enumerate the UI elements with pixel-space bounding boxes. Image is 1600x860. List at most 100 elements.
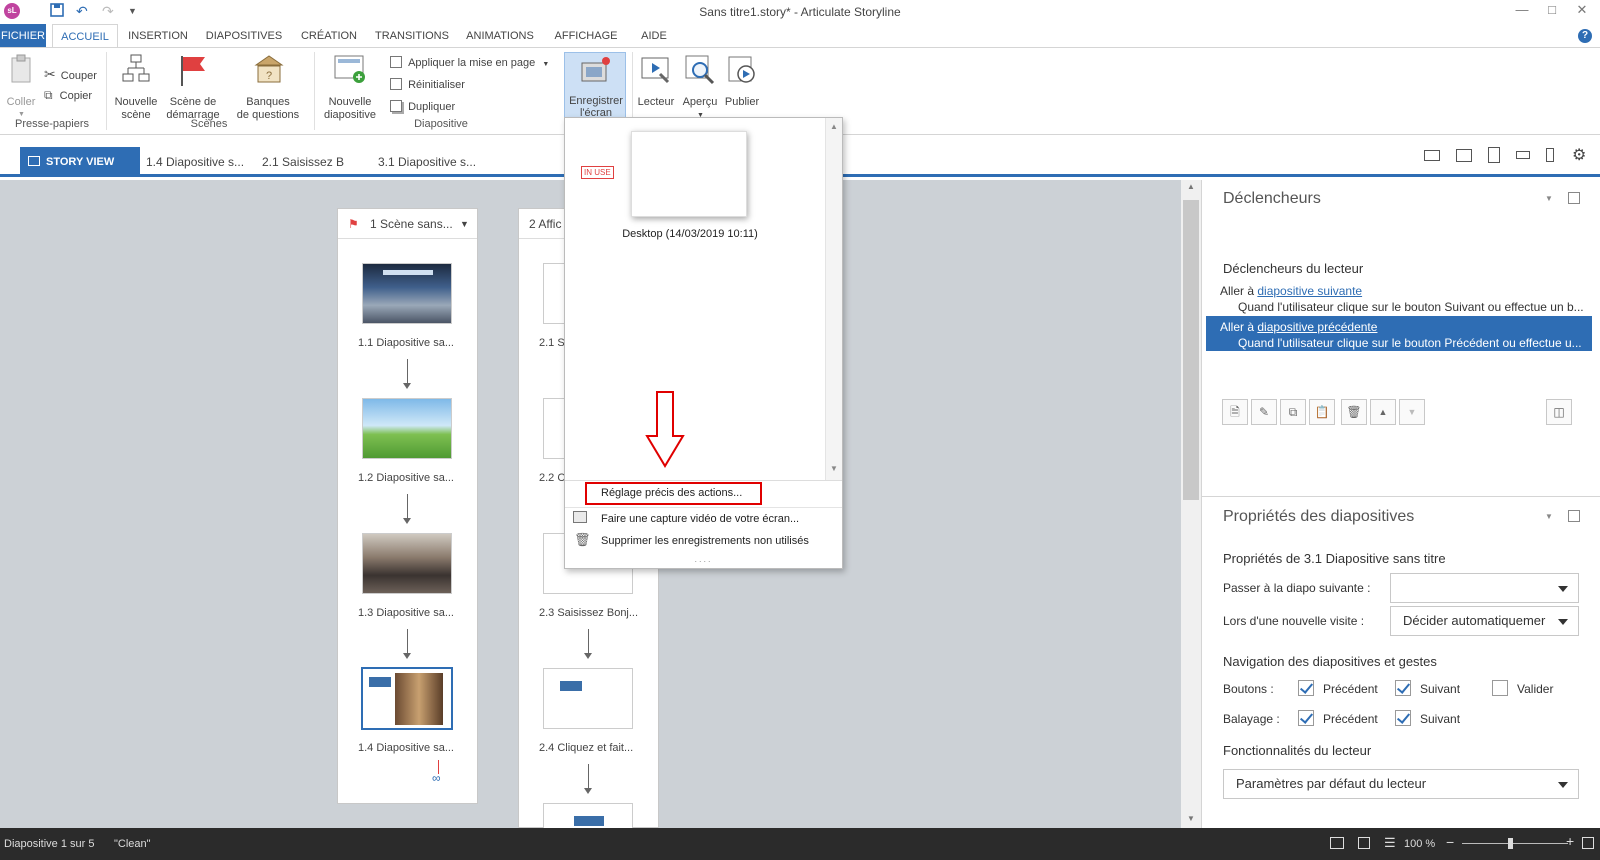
duplicate-button[interactable]: Dupliquer — [390, 100, 455, 113]
menu-item-delete-unused[interactable]: 🗑 Supprimer les enregistrements non util… — [565, 530, 842, 552]
properties-restore-icon[interactable] — [1568, 510, 1580, 522]
trigger-link-next[interactable]: diapositive suivante — [1257, 284, 1362, 298]
status-bar: Diapositive 1 sur 5 "Clean" ☰ 100 % − + — [0, 828, 1600, 860]
recording-thumbnail[interactable] — [631, 131, 747, 217]
slide-thumb-1-2[interactable] — [362, 398, 452, 459]
scroll-thumb[interactable] — [1183, 200, 1199, 500]
triggers-mode-icon[interactable]: ☰ — [1384, 835, 1396, 851]
reset-button[interactable]: Réinitialiser — [390, 78, 465, 91]
trigger-item-next[interactable]: Aller à diapositive suivante Quand l'uti… — [1206, 280, 1592, 314]
slide-thumb-1-1[interactable] — [362, 263, 452, 324]
slide-thumb-2-4[interactable] — [543, 668, 633, 729]
edit-trigger-icon[interactable]: ✎ — [1251, 399, 1277, 425]
copy-button[interactable]: ⧉ Copier — [44, 88, 92, 103]
trigger-item-prev-selected[interactable]: Aller à diapositive précédente Quand l'u… — [1206, 316, 1592, 351]
trash-icon: 🗑 — [574, 532, 591, 547]
phone-landscape-icon[interactable] — [1516, 151, 1530, 159]
trigger-link-prev[interactable]: diapositive précédente — [1257, 320, 1377, 334]
triggers-restore-icon[interactable] — [1568, 192, 1580, 204]
gear-icon[interactable]: ⚙ — [1572, 145, 1586, 165]
slide-label-2-4: 2.4 Cliquez et fait... — [539, 742, 634, 754]
tablet-landscape-icon[interactable] — [1456, 149, 1472, 162]
desktop-view-icon[interactable] — [1424, 150, 1440, 161]
scene-tree-icon — [122, 54, 150, 82]
link-icon[interactable]: ∞ — [432, 771, 441, 785]
revisit-chevron-icon — [1558, 619, 1568, 625]
scene-1-header[interactable]: ⚑ 1 Scène sans... ▼ — [338, 209, 477, 239]
scene-1[interactable]: ⚑ 1 Scène sans... ▼ 1.1 Diapositive sa..… — [337, 208, 478, 804]
dropdown-scrollbar[interactable]: ▲ ▼ — [825, 118, 842, 480]
zoom-out-icon[interactable]: − — [1446, 834, 1454, 850]
slide-view-mode-icon[interactable] — [1358, 837, 1370, 849]
buttons-submit-checkbox[interactable] — [1492, 680, 1508, 696]
player-features-select[interactable]: Paramètres par défaut du lecteur — [1223, 769, 1579, 799]
cut-button[interactable]: ✂ Couper — [44, 66, 97, 83]
navigation-heading: Navigation des diapositives et gestes — [1223, 654, 1437, 669]
scroll-down-icon[interactable]: ▼ — [1187, 814, 1195, 823]
menu-item-fine-tune[interactable]: Réglage précis des actions... — [565, 482, 842, 505]
tab-slide-1-4[interactable]: 1.4 Diapositive s... — [146, 147, 244, 177]
menu-item-capture-video[interactable]: Faire une capture vidéo de votre écran..… — [565, 508, 842, 530]
swipe-prev-checkbox[interactable] — [1298, 710, 1314, 726]
move-down-icon[interactable]: ▼ — [1399, 399, 1425, 425]
delete-trigger-icon[interactable]: 🗑 — [1341, 399, 1367, 425]
scene-menu-chevron-icon[interactable]: ▼ — [460, 209, 469, 239]
copy-trigger-icon[interactable]: ⧉ — [1280, 399, 1306, 425]
duplicate-icon — [390, 100, 402, 112]
move-up-icon[interactable]: ▲ — [1370, 399, 1396, 425]
paste-trigger-icon[interactable]: 📋 — [1309, 399, 1335, 425]
advance-select[interactable] — [1390, 573, 1579, 603]
svg-text:?: ? — [266, 70, 272, 82]
tab-transitions[interactable]: TRANSITIONS — [372, 24, 452, 48]
copy-label: Copier — [59, 90, 93, 102]
dropdown-scroll-up-icon[interactable]: ▲ — [830, 122, 838, 131]
maximize-icon[interactable]: □ — [1540, 2, 1564, 17]
story-view-mode-icon[interactable] — [1330, 837, 1344, 849]
buttons-prev-checkbox[interactable] — [1298, 680, 1314, 696]
canvas-scrollbar[interactable]: ▲ ▼ — [1181, 180, 1201, 828]
apply-layout-button[interactable]: Appliquer la mise en page ▼ — [390, 56, 549, 69]
buttons-next-checkbox[interactable] — [1395, 680, 1411, 696]
help-icon[interactable]: ? — [1578, 29, 1592, 43]
tab-slide-2-1[interactable]: 2.1 Saisissez B — [262, 147, 344, 177]
record-screen-button[interactable]: Enregistrer l'écran — [564, 52, 626, 119]
slide-thumb-1-4[interactable] — [362, 668, 452, 729]
triggers-title: Déclencheurs — [1223, 190, 1321, 207]
slide-label-2-3: 2.3 Saisissez Bonj... — [539, 607, 639, 619]
tab-fichier[interactable]: FICHIER — [0, 24, 46, 48]
close-icon[interactable]: ✕ — [1570, 2, 1594, 18]
tab-story-view[interactable]: STORY VIEW — [20, 147, 140, 177]
copy-icon: ⧉ — [44, 88, 53, 102]
fit-window-icon[interactable] — [1582, 837, 1594, 849]
phone-portrait-icon[interactable] — [1546, 148, 1554, 162]
new-trigger-icon[interactable]: 🗎 — [1222, 399, 1248, 425]
triggers-collapse-icon[interactable]: ▼ — [1545, 194, 1553, 203]
record-screen-icon — [581, 57, 610, 82]
variables-icon[interactable]: ◫ — [1546, 399, 1572, 425]
tab-insertion[interactable]: INSERTION — [124, 24, 192, 48]
zoom-slider[interactable] — [1462, 843, 1568, 844]
bank-icon: ? — [254, 55, 284, 83]
slide-label-1-2: 1.2 Diapositive sa... — [358, 472, 454, 484]
dropdown-scroll-down-icon[interactable]: ▼ — [830, 464, 838, 473]
slide-thumb-1-3[interactable] — [362, 533, 452, 594]
story-view-icon — [28, 156, 40, 166]
tab-accueil[interactable]: ACCUEIL — [52, 24, 118, 48]
resize-grip[interactable]: .... — [565, 554, 842, 564]
tab-creation[interactable]: CRÉATION — [294, 24, 364, 48]
swipe-next-checkbox[interactable] — [1395, 710, 1411, 726]
tab-diapositives[interactable]: DIAPOSITIVES — [202, 24, 286, 48]
tab-animations[interactable]: ANIMATIONS — [460, 24, 540, 48]
tablet-portrait-icon[interactable] — [1488, 147, 1500, 163]
zoom-slider-thumb[interactable] — [1508, 838, 1513, 849]
properties-title: Propriétés des diapositives — [1223, 508, 1415, 525]
tab-aide[interactable]: AIDE — [632, 24, 676, 48]
scroll-up-icon[interactable]: ▲ — [1187, 182, 1195, 191]
minimize-icon[interactable]: — — [1510, 2, 1534, 17]
revisit-select[interactable]: Décider automatiquemer — [1390, 606, 1579, 636]
zoom-in-icon[interactable]: + — [1566, 833, 1574, 849]
tab-affichage[interactable]: AFFICHAGE — [548, 24, 624, 48]
capture-icon — [573, 511, 587, 523]
tab-slide-3-1[interactable]: 3.1 Diapositive s... — [378, 147, 476, 177]
properties-collapse-icon[interactable]: ▼ — [1545, 512, 1553, 521]
